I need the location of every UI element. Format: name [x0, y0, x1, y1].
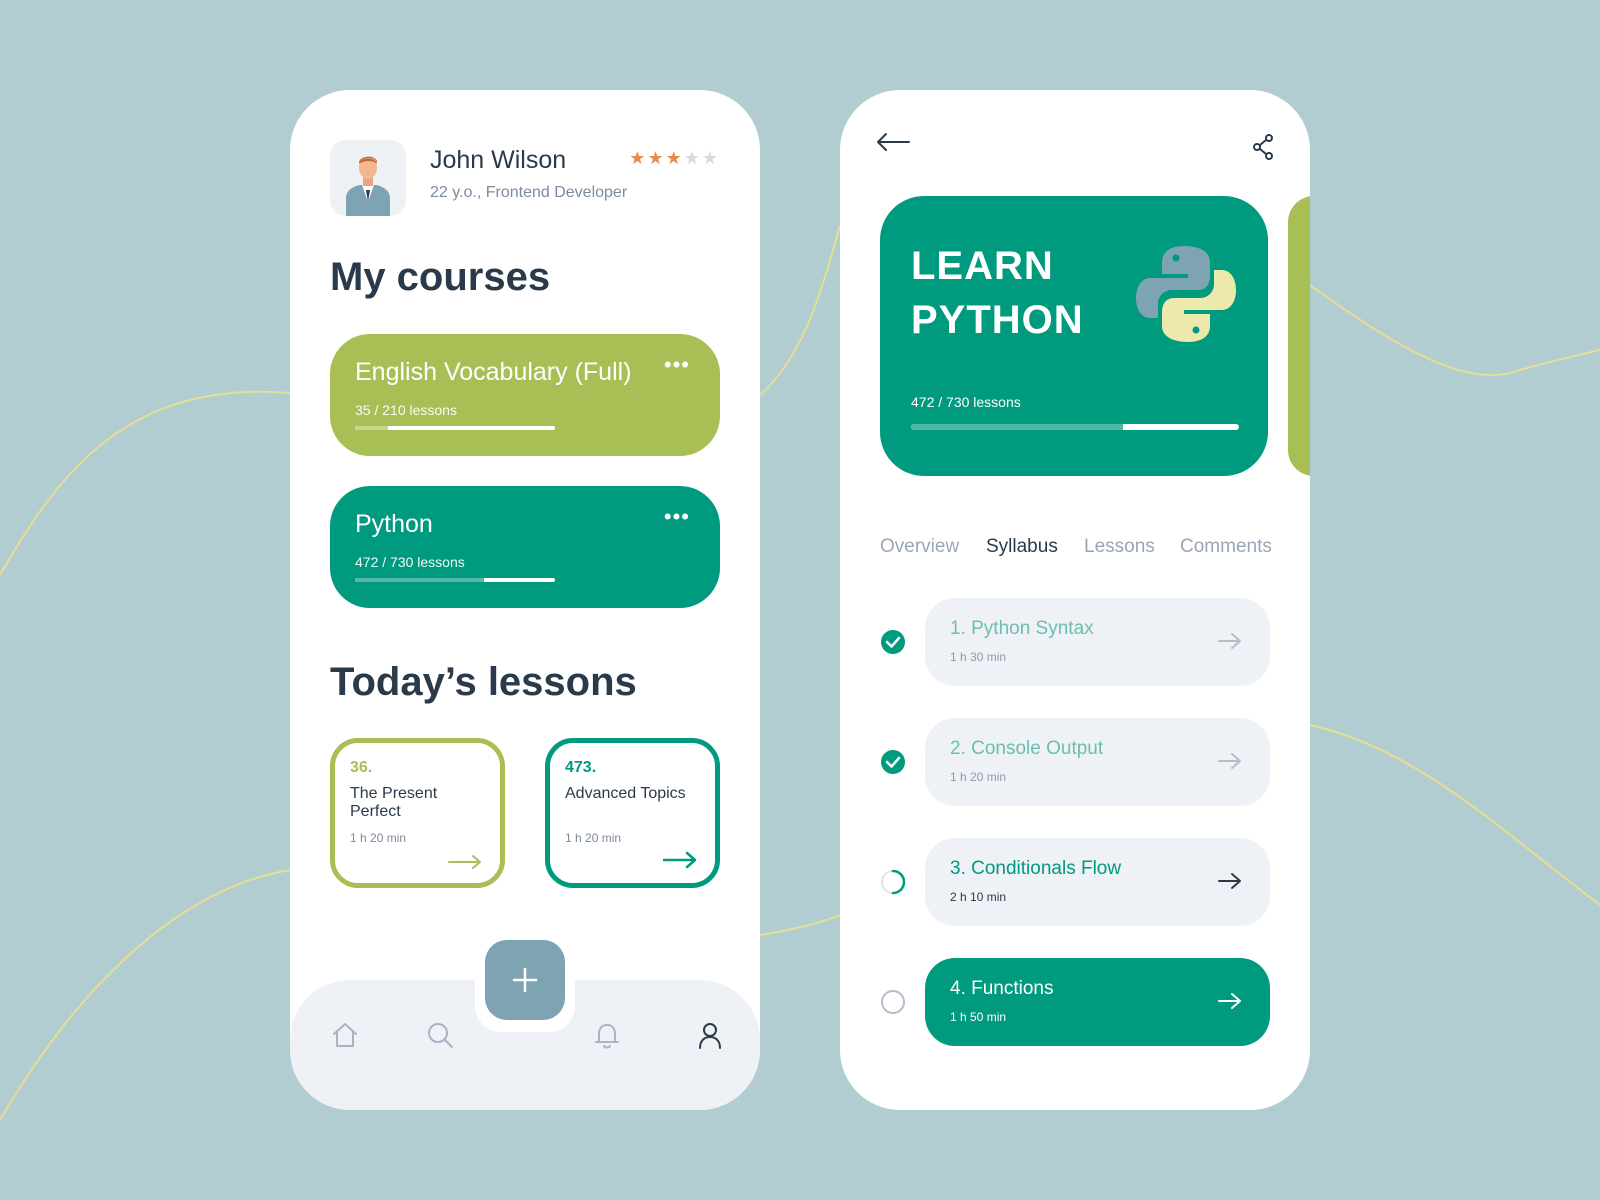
avatar[interactable] — [330, 140, 406, 216]
next-course-card[interactable] — [1288, 196, 1310, 476]
course-title: Python — [355, 510, 433, 538]
check-circle-icon — [881, 630, 905, 654]
hero-lesson-count: 472 / 730 lessons — [911, 394, 1021, 410]
syllabus-title: 1. Python Syntax — [950, 618, 1094, 639]
syllabus-duration: 1 h 20 min — [950, 770, 1007, 784]
back-arrow-icon[interactable] — [876, 132, 910, 152]
bell-icon[interactable] — [592, 1020, 622, 1050]
my-courses-screen: John Wilson 22 y.o., Frontend Developer … — [290, 90, 760, 1110]
star-empty-icon: ★ — [683, 148, 702, 168]
progress-circle-icon — [881, 869, 906, 895]
profile-header: John Wilson 22 y.o., Frontend Developer … — [330, 140, 720, 216]
home-icon[interactable] — [330, 1020, 360, 1050]
python-logo-icon — [1136, 246, 1236, 342]
syllabus-card[interactable]: 2. Console Output 1 h 20 min — [925, 718, 1270, 806]
course-hero-card: LEARN PYTHON 472 / 730 lessons — [880, 196, 1268, 476]
course-tabs: Overview Syllabus Lessons Comments — [880, 536, 1272, 566]
course-title: English Vocabulary (Full) — [355, 358, 632, 386]
arrow-right-icon — [1218, 753, 1241, 769]
course-card-python[interactable]: Python ••• 472 / 730 lessons — [330, 486, 720, 608]
more-options-icon[interactable]: ••• — [664, 504, 690, 530]
lesson-name: Advanced Topics — [565, 785, 686, 802]
lesson-duration: 1 h 20 min — [350, 831, 407, 845]
syllabus-card[interactable]: 3. Conditionals Flow 2 h 10 min — [925, 838, 1270, 926]
arrow-right-icon[interactable] — [448, 855, 482, 869]
search-icon[interactable] — [425, 1020, 455, 1050]
syllabus-title: 4. Functions — [950, 978, 1054, 999]
syllabus-item: 3. Conditionals Flow 2 h 10 min — [880, 838, 1270, 926]
syllabus-card[interactable]: 1. Python Syntax 1 h 30 min — [925, 598, 1270, 686]
background-waves — [0, 224, 1600, 1121]
course-progress-fill — [355, 426, 389, 430]
syllabus-duration: 2 h 10 min — [950, 890, 1007, 904]
hero-title: PYTHON — [911, 298, 1084, 342]
todays-lessons-heading: Today’s lessons — [330, 660, 637, 704]
more-options-icon[interactable]: ••• — [664, 352, 690, 378]
lesson-duration: 1 h 20 min — [565, 831, 622, 845]
course-lesson-count: 35 / 210 lessons — [355, 402, 457, 418]
user-subtitle: 22 y.o., Frontend Developer — [430, 184, 628, 201]
syllabus-item: 2. Console Output 1 h 20 min — [880, 718, 1270, 806]
hero-progress-fill — [911, 424, 1124, 430]
syllabus-title: 3. Conditionals Flow — [950, 858, 1122, 879]
lesson-number: 473. — [565, 759, 597, 776]
profile-icon[interactable] — [695, 1020, 725, 1050]
tab-overview[interactable]: Overview — [880, 536, 959, 558]
star-empty-icon: ★ — [701, 148, 720, 168]
course-lesson-count: 472 / 730 lessons — [355, 554, 465, 570]
arrow-right-icon[interactable] — [663, 851, 697, 869]
add-button[interactable] — [485, 940, 565, 1020]
syllabus-item: 4. Functions 1 h 50 min — [880, 958, 1270, 1046]
syllabus-title: 2. Console Output — [950, 738, 1104, 759]
user-rating: ★★★★★ — [629, 148, 720, 169]
hero-progress-bar — [911, 424, 1239, 430]
tab-lessons[interactable]: Lessons — [1084, 536, 1155, 558]
user-name: John Wilson — [430, 146, 567, 174]
lesson-card-473[interactable]: 473. Advanced Topics 1 h 20 min — [545, 738, 720, 888]
syllabus-duration: 1 h 50 min — [950, 1010, 1007, 1024]
course-detail-screen: LEARN PYTHON 472 / 730 lessons Overview … — [840, 90, 1310, 1110]
lesson-number: 36. — [350, 759, 373, 776]
arrow-right-icon — [1218, 993, 1241, 1009]
star-icon: ★ — [629, 148, 648, 168]
hero-title: LEARN — [911, 244, 1054, 288]
empty-circle-icon — [881, 990, 905, 1014]
arrow-right-icon — [1218, 633, 1241, 649]
lesson-card-36[interactable]: 36. The Present Perfect 1 h 20 min — [330, 738, 505, 888]
plus-icon — [512, 967, 538, 993]
tab-syllabus[interactable]: Syllabus — [986, 536, 1058, 558]
lesson-name: The Present Perfect — [350, 785, 438, 820]
course-progress-fill — [355, 578, 485, 582]
star-icon: ★ — [647, 148, 666, 168]
course-progress-bar — [355, 578, 555, 582]
tab-comments[interactable]: Comments — [1180, 536, 1272, 558]
course-progress-bar — [355, 426, 555, 430]
syllabus-duration: 1 h 30 min — [950, 650, 1007, 664]
arrow-right-icon — [1218, 873, 1241, 889]
check-circle-icon — [881, 750, 905, 774]
syllabus-item: 1. Python Syntax 1 h 30 min — [880, 598, 1270, 686]
syllabus-card[interactable]: 4. Functions 1 h 50 min — [925, 958, 1270, 1046]
my-courses-heading: My courses — [330, 255, 551, 299]
course-card-english[interactable]: English Vocabulary (Full) ••• 35 / 210 l… — [330, 334, 720, 456]
star-icon: ★ — [665, 148, 684, 168]
share-icon[interactable] — [1252, 134, 1274, 160]
